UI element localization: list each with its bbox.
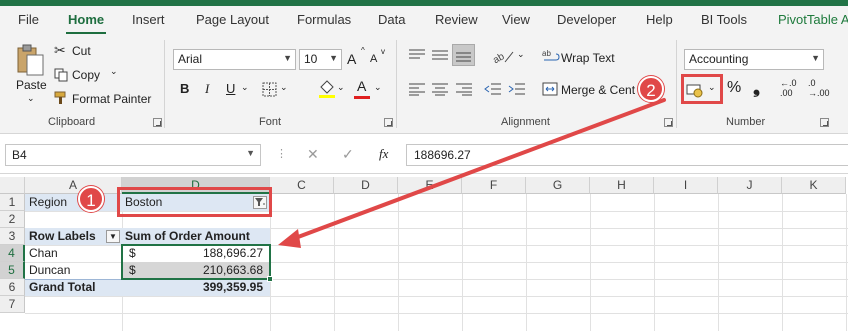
callout-1: 1 <box>78 186 104 212</box>
annotation-arrow <box>278 98 666 248</box>
callout-2: 2 <box>638 76 664 102</box>
arrow-head <box>278 229 301 248</box>
arrow-shaft <box>288 98 666 242</box>
